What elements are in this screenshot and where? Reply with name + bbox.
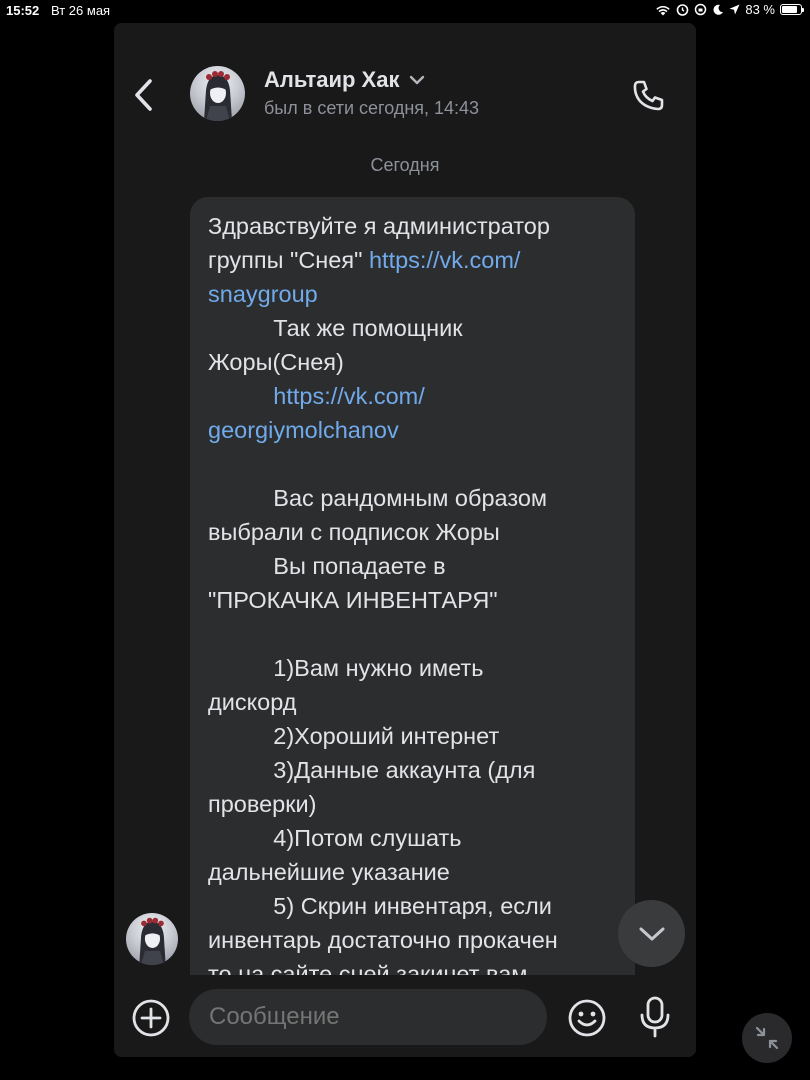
message-line: 2)Хороший интернет	[208, 723, 500, 749]
chat-header: Альтаир Хак был в сети сегодня, 14:43	[114, 23, 696, 148]
message-line: georgiymolchanov	[208, 413, 625, 447]
message-line	[208, 447, 625, 481]
message-line: дальнейшие указание	[208, 859, 450, 885]
minimize-icon	[755, 1026, 779, 1050]
contact-name: Альтаир Хак	[264, 67, 400, 92]
message-line: Вас рандомным образом	[208, 485, 548, 511]
lock-rotation-icon	[695, 3, 707, 16]
smile-icon	[568, 999, 606, 1037]
status-time: 15:52	[6, 3, 40, 18]
voice-message-button[interactable]	[634, 995, 676, 1039]
chevron-left-icon	[135, 79, 152, 111]
plus-circle-icon	[132, 999, 170, 1037]
message-line: 5) Скрин инвентаря, если	[208, 893, 552, 919]
message-line: Вы попадаете в	[208, 553, 446, 579]
message-link[interactable]: https://vk.com/	[369, 247, 521, 273]
message-link[interactable]: https://vk.com/	[273, 383, 425, 409]
battery-level	[782, 6, 797, 13]
message-line: https://vk.com/	[208, 379, 625, 413]
message-line: snaygroup	[208, 277, 625, 311]
message-text: Здравствуйте я администратор группы "Снея…	[190, 197, 635, 991]
message-bubble[interactable]: Здравствуйте я администратор группы "Снея…	[190, 197, 635, 997]
message-line-text: группы "Снея"	[208, 247, 369, 273]
battery-icon	[780, 4, 804, 15]
message-line: инвентарь достаточно прокачен	[208, 927, 558, 953]
date-separator: Сегодня	[370, 155, 440, 175]
status-bar: 15:52 Вт 26 мая 83 %	[0, 0, 810, 22]
scroll-down-button[interactable]	[618, 900, 685, 967]
contact-last-seen: был в сети сегодня, 14:43	[264, 98, 480, 118]
avatar-image	[204, 71, 232, 121]
message-line: "ПРОКАЧКА ИНВЕНТАРЯ"	[208, 587, 498, 613]
message-line: 3)Данные аккаунта (для	[208, 757, 536, 783]
phone-icon	[633, 80, 664, 111]
emoji-button[interactable]	[566, 997, 608, 1039]
call-button[interactable]	[626, 76, 670, 116]
moon-icon	[713, 4, 724, 15]
message-line: выбрали с подписок Жоры	[208, 519, 500, 545]
location-icon	[729, 4, 740, 15]
avatar-image	[139, 917, 166, 965]
message-line: 1)Вам нужно иметь	[208, 655, 484, 681]
back-button[interactable]	[128, 75, 160, 115]
wifi-icon	[656, 5, 671, 15]
battery-percent: 83 %	[745, 2, 775, 17]
chat-window: Альтаир Хак был в сети сегодня, 14:43 Се…	[114, 23, 696, 1057]
message-line: Жоры(Снея)	[208, 349, 344, 375]
microphone-icon	[640, 996, 670, 1038]
message-line: дискорд	[208, 689, 297, 715]
message-line: Так же помощник	[208, 315, 463, 341]
chevron-down-icon	[639, 927, 664, 940]
message-link[interactable]: georgiymolchanov	[208, 417, 399, 443]
message-line: проверки)	[208, 791, 317, 817]
minimize-window-button[interactable]	[742, 1013, 792, 1063]
attach-button[interactable]	[130, 997, 172, 1039]
alarm-icon	[677, 4, 689, 16]
contact-name-button[interactable]: Альтаир Хак	[264, 67, 425, 93]
message-link[interactable]: snaygroup	[208, 281, 318, 307]
contact-avatar[interactable]	[190, 66, 245, 121]
status-indicators: 83 %	[655, 2, 804, 17]
message-composer	[114, 975, 696, 1057]
message-line	[208, 617, 625, 651]
message-line: группы "Снея" https://vk.com/	[208, 243, 625, 277]
message-line: Здравствуйте я администратор	[208, 213, 550, 239]
status-date: Вт 26 мая	[51, 3, 111, 18]
message-line: 4)Потом слушать	[208, 825, 462, 851]
sender-avatar[interactable]	[126, 913, 178, 965]
chevron-down-icon	[410, 75, 425, 85]
message-input[interactable]	[189, 989, 547, 1045]
